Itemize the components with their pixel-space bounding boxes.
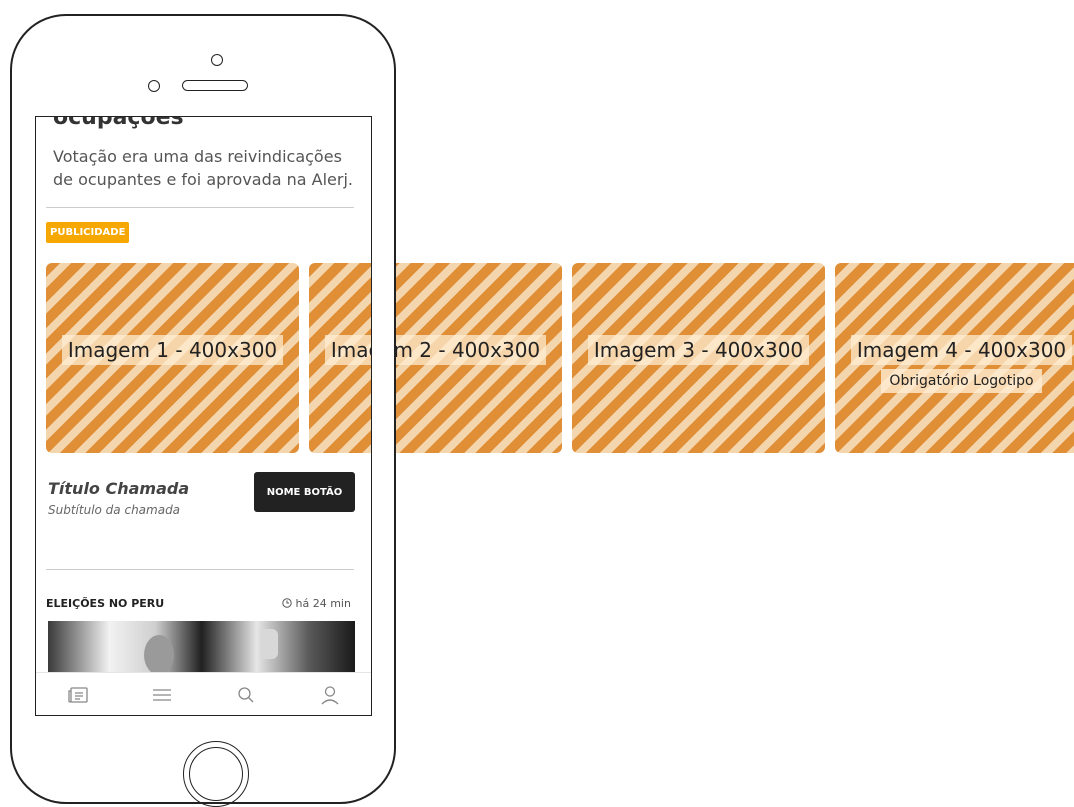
ad-slide-3[interactable]: Imagem 3 - 400x300	[572, 263, 825, 453]
cta-button[interactable]: NOME BOTÃO	[254, 472, 355, 512]
home-button[interactable]	[183, 741, 249, 807]
slide-label-text: Imagem 4 - 400x300	[850, 335, 1073, 365]
ad-slide-1-screen[interactable]: Imagem 1 - 400x300	[46, 263, 299, 453]
proximity-sensor	[148, 80, 160, 92]
news-photo[interactable]	[48, 621, 355, 673]
bottom-tab-bar	[36, 672, 371, 715]
tab-news[interactable]	[36, 673, 120, 715]
cta-subtitle: Subtítulo da chamada	[48, 503, 181, 517]
photo-figure	[260, 629, 278, 659]
tab-search[interactable]	[204, 673, 288, 715]
menu-icon	[153, 689, 171, 701]
cta-title: Título Chamada	[48, 479, 190, 498]
slide-label: Imagem 2 - 400x300	[309, 335, 371, 365]
slide-label-text: Imagem 3 - 400x300	[587, 335, 810, 365]
slide-label-text: Imagem 1 - 400x300	[61, 335, 284, 365]
tab-profile[interactable]	[288, 673, 371, 715]
ad-slide-4[interactable]: Imagem 4 - 400x300 Obrigatório Logotipo	[835, 263, 1074, 453]
user-icon	[321, 686, 339, 705]
clock-icon	[282, 598, 292, 608]
section-time-text: há 24 min	[295, 597, 351, 610]
slide-label-text: Imagem 2 - 400x300	[324, 335, 371, 365]
earpiece-speaker	[182, 80, 248, 91]
section-title[interactable]: ELEIÇÕES NO PERU	[46, 597, 164, 610]
section-timestamp: há 24 min	[282, 597, 351, 610]
tab-menu[interactable]	[120, 673, 204, 715]
search-icon	[238, 687, 254, 703]
divider	[46, 207, 354, 208]
phone-screen: ocupações Votação era uma das reivindica…	[35, 116, 372, 716]
slide-label: Imagem 1 - 400x300	[46, 335, 299, 365]
ad-slide-2-screen[interactable]: Imagem 2 - 400x300	[309, 263, 371, 453]
article-title[interactable]: ocupações	[53, 117, 184, 130]
photo-figure	[144, 635, 174, 673]
divider	[46, 569, 354, 570]
article-summary[interactable]: Votação era uma das reivindicações de oc…	[53, 145, 353, 191]
slide-note-text: Obrigatório Logotipo	[881, 369, 1042, 393]
slide-label: Imagem 3 - 400x300	[572, 335, 825, 365]
slide-note: Obrigatório Logotipo	[835, 369, 1074, 393]
news-icon	[68, 687, 88, 703]
ad-badge: PUBLICIDADE	[46, 222, 130, 243]
slide-label: Imagem 4 - 400x300	[835, 335, 1074, 365]
front-camera	[211, 54, 223, 66]
